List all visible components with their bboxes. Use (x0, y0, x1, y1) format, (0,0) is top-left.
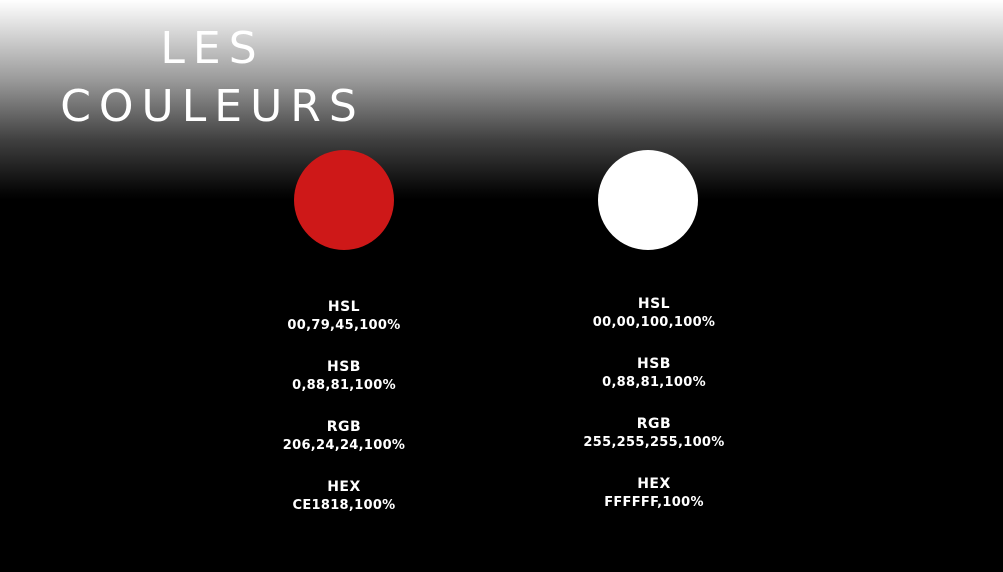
hex-value: FFFFFF,100% (604, 495, 704, 510)
hex-value: CE1818,100% (292, 498, 396, 513)
title-line-2: COULEURS (60, 81, 365, 132)
hex-label: HEX (327, 479, 361, 495)
rgb-label: RGB (636, 416, 672, 432)
rgb-value: 255,255,255,100% (583, 435, 725, 450)
hsl-value: 00,79,45,100% (287, 318, 401, 333)
hex-group: HEX FFFFFF,100% (524, 474, 784, 534)
rgb-group: RGB 255,255,255,100% (524, 414, 784, 474)
hsl-group: HSL 00,79,45,100% (214, 297, 474, 357)
hsb-label: HSB (637, 356, 671, 372)
hsb-label: HSB (327, 359, 361, 375)
hex-group: HEX CE1818,100% (214, 477, 474, 537)
hsl-label: HSL (327, 299, 361, 315)
red-color-swatch (294, 150, 394, 250)
red-color-info: HSL 00,79,45,100% HSB 0,88,81,100% RGB 2… (214, 297, 474, 537)
rgb-label: RGB (326, 419, 362, 435)
hsl-value: 00,00,100,100% (592, 315, 716, 330)
hex-label: HEX (637, 476, 671, 492)
hsb-value: 0,88,81,100% (292, 378, 396, 393)
hsb-group: HSB 0,88,81,100% (214, 357, 474, 417)
hsb-value: 0,88,81,100% (602, 375, 706, 390)
hsb-group: HSB 0,88,81,100% (524, 354, 784, 414)
white-color-swatch (598, 150, 698, 250)
rgb-value: 206,24,24,100% (282, 438, 406, 453)
page-title: LES COULEURS (40, 20, 385, 136)
rgb-group: RGB 206,24,24,100% (214, 417, 474, 477)
white-color-info: HSL 00,00,100,100% HSB 0,88,81,100% RGB … (524, 294, 784, 534)
hsl-label: HSL (637, 296, 671, 312)
hsl-group: HSL 00,00,100,100% (524, 294, 784, 354)
title-line-1: LES (160, 23, 265, 74)
